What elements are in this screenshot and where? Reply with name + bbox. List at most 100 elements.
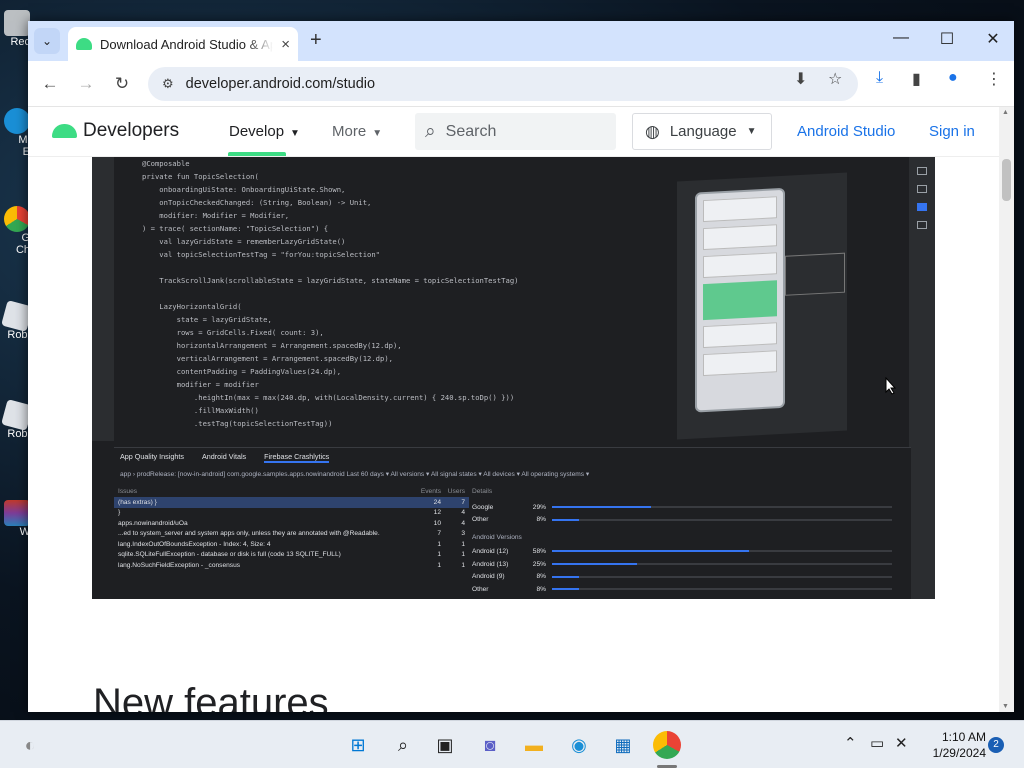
details-header: Details [472, 488, 493, 495]
reload-button[interactable]: ↻ [110, 72, 134, 96]
issue-name: (has extras) } [118, 498, 157, 506]
tab-firebase-crashlytics[interactable]: Firebase Crashlytics [264, 452, 330, 463]
winrar-icon[interactable]: W [0, 500, 30, 538]
issue-events: 1 [437, 540, 441, 548]
side-panel-icon[interactable]: ▮ [912, 69, 921, 89]
scroll-down-icon[interactable]: ▼ [1002, 703, 1009, 710]
google-chrome-icon[interactable]: G Ch [0, 206, 30, 256]
issue-row[interactable]: ...ed to system_server and system apps o… [114, 529, 469, 540]
address-bar[interactable]: ⚙ developer.android.com/studio [148, 67, 858, 101]
minimize-button[interactable]: — [878, 29, 924, 47]
distribution-row: Android (9) 8% [472, 570, 892, 583]
distribution-bar [552, 575, 892, 578]
profile-avatar-icon[interactable]: ● [948, 69, 958, 87]
distribution-bar [552, 588, 892, 591]
nav-more[interactable]: More ▼ [332, 123, 382, 140]
issue-name: sqlite.SQLiteFullException - database or… [118, 551, 341, 559]
maximize-button[interactable]: ☐ [924, 29, 970, 49]
close-window-button[interactable]: ✕ [970, 29, 1014, 49]
issue-row[interactable]: lang.IndexOutOfBoundsException - Index: … [114, 539, 469, 550]
downloads-icon[interactable]: ⤓ [876, 69, 883, 87]
new-tab-button[interactable]: + [310, 29, 322, 52]
site-info-icon[interactable]: ⚙ [162, 76, 174, 92]
issue-row[interactable]: apps.nowinandroid/uOa 10 4 [114, 518, 469, 529]
developers-logo[interactable]: Developers [52, 120, 179, 142]
issue-events: 24 [433, 498, 441, 506]
code-line: horizontalArrangement = Arrangement.spac… [142, 341, 402, 350]
distribution-label: Android (13) [472, 560, 509, 568]
volume-muted-icon[interactable]: ✕ [895, 734, 908, 752]
chrome-icon[interactable] [653, 731, 681, 759]
forward-button[interactable]: → [74, 72, 98, 96]
issues-col-events: Events [420, 488, 441, 495]
distribution-percent: 8% [536, 516, 546, 524]
start-windows-icon[interactable]: ⊞ [344, 731, 372, 759]
code-line: onTopicCheckedChanged: (String, Boolean)… [142, 198, 372, 207]
distribution-row: Android (13) 25% [472, 558, 892, 571]
distribution-bar-fill [552, 506, 651, 509]
task-view-icon[interactable]: ▣ [431, 731, 459, 759]
back-button[interactable]: ← [38, 72, 62, 96]
aqi-filter-bar[interactable]: app › prodRelease: [now-in-android] com.… [114, 467, 911, 481]
web-page: Developers Develop ▼ More ▼ ⌕ Search ◍ Lan… [28, 107, 999, 712]
roblox-player-icon[interactable]: Robl [0, 300, 33, 341]
tab-app-quality-insights[interactable]: App Quality Insights [120, 452, 184, 463]
caret-down-icon: ▼ [746, 126, 757, 137]
code-line: val lazyGridState = rememberLazyGridStat… [142, 237, 346, 246]
microsoft-edge-icon[interactable]: Mi E [0, 108, 30, 158]
distribution-label: Android (9) [472, 573, 505, 581]
install-app-icon[interactable]: ⬇ [794, 69, 807, 89]
distribution-percent: 58% [532, 547, 546, 555]
issue-row[interactable]: sqlite.SQLiteFullException - database or… [114, 550, 469, 561]
tab-strip: ⌄ Download Android Studio & Ap × + — ☐ ✕ [28, 21, 1014, 61]
distribution-bar-fill [552, 563, 637, 566]
sign-in-link[interactable]: Sign in [929, 123, 975, 140]
code-line: .testTag(topicSelectionTestTag)) [142, 419, 333, 428]
issue-name: } [118, 509, 121, 517]
nav-develop[interactable]: Develop ▼ [229, 123, 300, 140]
network-icon[interactable]: ▭ [870, 734, 884, 752]
tab-close-button[interactable]: × [281, 36, 290, 53]
ide-right-toolstrip [909, 157, 935, 599]
weather-icon[interactable]: ◐ [16, 731, 44, 759]
edge-icon[interactable]: ◉ [565, 731, 593, 759]
system-clock[interactable]: 1:10 AM 1/29/2024 [926, 729, 986, 761]
android-studio-link[interactable]: Android Studio [797, 123, 895, 140]
code-line: .heightIn(max = max(240.dp, with(LocalDe… [142, 393, 515, 402]
tool-icon[interactable] [917, 221, 927, 229]
menu-kebab-icon[interactable]: ⋮ [986, 69, 1002, 89]
issue-row[interactable]: } 12 4 [114, 508, 469, 519]
tab-search-dropdown[interactable]: ⌄ [34, 28, 60, 54]
site-search-input[interactable]: ⌕ Search [415, 113, 616, 150]
tool-icon[interactable] [917, 203, 927, 211]
show-hidden-icons-chevron-icon[interactable]: ⌃ [844, 734, 857, 752]
tab-android-studio[interactable]: Download Android Studio & Ap × [68, 27, 298, 61]
file-explorer-icon[interactable]: ▬ [520, 731, 548, 759]
roblox-studio-icon[interactable]: Robl [0, 399, 33, 440]
teams-chat-icon[interactable]: ◙ [476, 731, 504, 759]
issue-users: 4 [461, 519, 465, 527]
active-nav-indicator [228, 152, 286, 156]
caret-down-icon: ▼ [372, 128, 383, 139]
recycle-bin-icon[interactable]: Rec [0, 10, 30, 48]
code-line: modifier = modifier [142, 380, 259, 389]
notification-badge[interactable]: 2 [988, 737, 1004, 753]
android-favicon-icon [76, 38, 92, 50]
issue-row[interactable]: (has extras) } 24 7 [114, 497, 469, 508]
taskbar-search-icon[interactable]: ⌕ [389, 731, 417, 759]
issue-users: 1 [461, 561, 465, 569]
page-scrollbar[interactable]: ▲ ▼ [999, 107, 1014, 712]
issue-row[interactable]: lang.NoSuchFieldException - _consensus 1 1 [114, 560, 469, 571]
nav-develop-label: Develop [229, 123, 285, 140]
distribution-bar [552, 550, 892, 553]
microsoft-store-icon[interactable]: ▦ [609, 731, 637, 759]
scroll-up-icon[interactable]: ▲ [1002, 109, 1009, 116]
bookmark-star-icon[interactable]: ☆ [828, 69, 842, 89]
distribution-bar-fill [552, 588, 580, 591]
desktop-icon-label: Robl [7, 428, 30, 440]
scrollbar-thumb[interactable] [1002, 159, 1011, 201]
tool-icon[interactable] [917, 167, 927, 175]
tool-icon[interactable] [917, 185, 927, 193]
language-selector[interactable]: ◍ Language ▼ [632, 113, 772, 150]
tab-android-vitals[interactable]: Android Vitals [202, 452, 246, 463]
